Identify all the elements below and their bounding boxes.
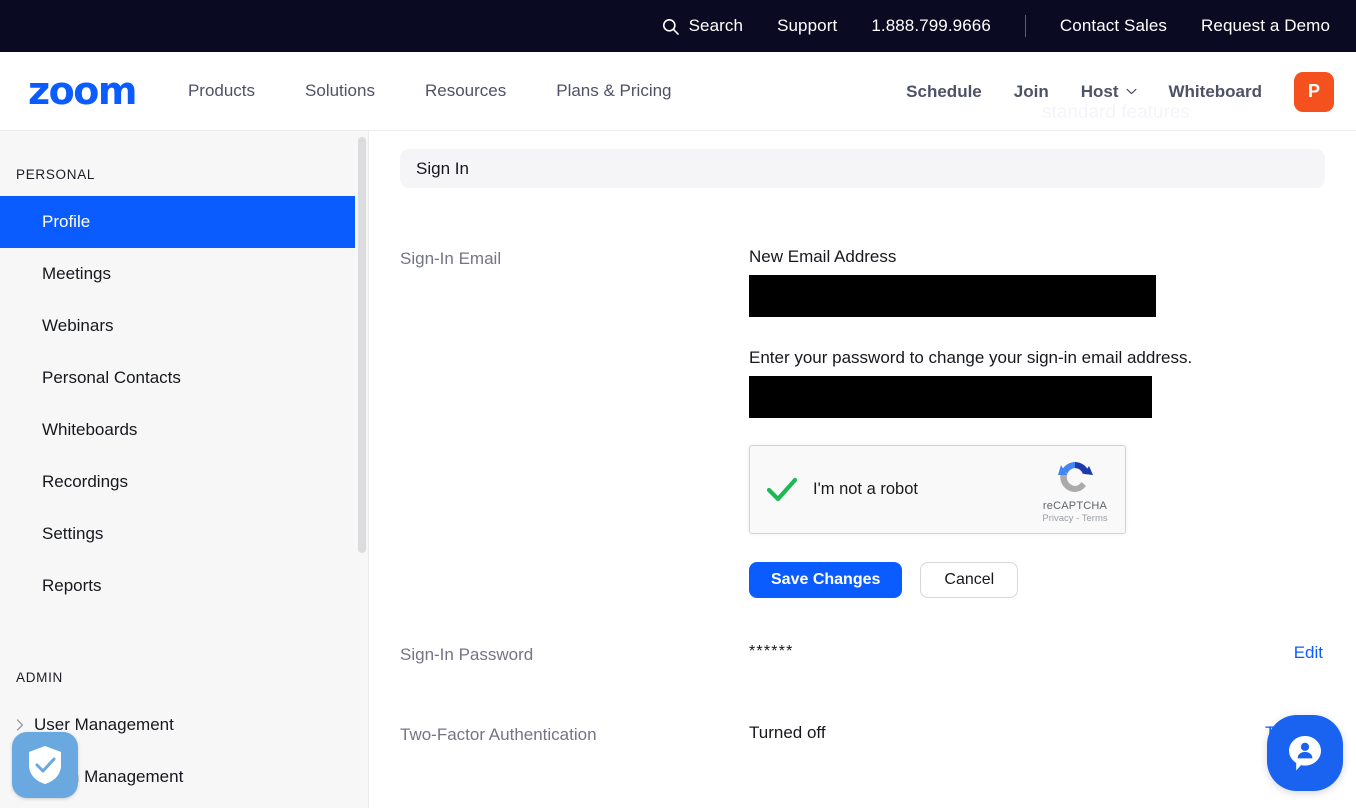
two-factor-label: Two-Factor Authentication (400, 725, 597, 744)
host-label: Host (1080, 81, 1119, 101)
main-navigation: zoom Products Solutions Resources Plans … (0, 52, 1356, 131)
sidebar-item-label: Reports (42, 576, 102, 595)
recaptcha-legal-links[interactable]: Privacy - Terms (1038, 513, 1112, 524)
checkmark-icon[interactable] (763, 471, 801, 509)
sidebar-item-recordings[interactable]: Recordings (0, 456, 369, 508)
sidebar-item-label: Recordings (42, 472, 128, 491)
sign-in-password-body: ****** (749, 643, 1325, 661)
sign-in-password-label: Sign-In Password (400, 645, 534, 664)
whiteboard-button[interactable]: Whiteboard (1169, 82, 1263, 102)
search-button[interactable]: Search (661, 16, 743, 36)
sidebar-item-personal-contacts[interactable]: Personal Contacts (0, 352, 369, 404)
schedule-label: Schedule (906, 81, 982, 101)
top-utility-bar: Search Support 1.888.799.9666 Contact Sa… (0, 0, 1356, 52)
security-shield-badge[interactable] (12, 732, 78, 798)
contact-sales-link[interactable]: Contact Sales (1060, 16, 1167, 36)
search-icon (662, 18, 679, 35)
new-email-address-label: New Email Address (749, 247, 897, 266)
sign-in-email-label: Sign-In Email (400, 249, 502, 268)
sidebar-item-whiteboards[interactable]: Whiteboards (0, 404, 369, 456)
search-label: Search (688, 16, 744, 35)
join-label: Join (1013, 81, 1049, 101)
row-sign-in-email: Sign-In Email New Email Address Enter yo… (400, 247, 1325, 598)
two-factor-value: Turned off (749, 723, 826, 742)
sidebar-section-personal: PERSONAL (16, 167, 96, 182)
nav-link-plans-pricing[interactable]: Plans & Pricing (556, 81, 671, 101)
recaptcha-brand: reCAPTCHA Privacy - Terms (1038, 455, 1112, 524)
page-body: PERSONAL Profile Meetings Webinars Perso… (0, 131, 1356, 808)
row-sign-in-password: Sign-In Password ****** Edit (400, 643, 1325, 665)
two-factor-body: Turned off (749, 723, 1325, 743)
sign-in-password-value: ****** (749, 643, 794, 660)
sidebar: PERSONAL Profile Meetings Webinars Perso… (0, 131, 369, 808)
schedule-button[interactable]: Schedule (906, 82, 982, 102)
save-changes-button[interactable]: Save Changes (749, 562, 903, 598)
new-email-address-input[interactable] (749, 275, 1156, 317)
row-two-factor-authentication: Two-Factor Authentication Turned off Tur… (400, 723, 1325, 745)
edit-password-link[interactable]: Edit (1294, 643, 1323, 663)
nav-link-resources[interactable]: Resources (425, 81, 506, 101)
sidebar-item-label: Profile (42, 212, 91, 231)
whiteboard-label: Whiteboard (1168, 81, 1263, 101)
phone-number-link[interactable]: 1.888.799.9666 (871, 16, 991, 36)
support-link[interactable]: Support (777, 16, 837, 36)
recaptcha-checkbox-label: I'm not a robot (813, 480, 918, 498)
sidebar-item-profile[interactable]: Profile (0, 196, 369, 248)
sidebar-item-label: Personal Contacts (42, 368, 181, 387)
sidebar-item-webinars[interactable]: Webinars (0, 300, 369, 352)
panel-title-sign-in: Sign In (400, 149, 1325, 188)
host-dropdown[interactable]: Host (1081, 82, 1137, 102)
sign-in-email-body: New Email Address Enter your password to… (749, 247, 1325, 598)
sidebar-item-label: Whiteboards (42, 420, 138, 439)
shield-check-icon (29, 746, 61, 784)
content-area: Sign In Sign-In Email New Email Address … (369, 131, 1356, 808)
request-demo-link[interactable]: Request a Demo (1201, 16, 1330, 36)
recaptcha-logo-icon (1058, 462, 1093, 492)
chevron-down-icon (1126, 88, 1136, 95)
password-input[interactable] (749, 376, 1152, 418)
zoom-logo[interactable]: zoom (28, 72, 137, 110)
cancel-button[interactable]: Cancel (920, 562, 1019, 598)
sidebar-item-label: Webinars (42, 316, 114, 335)
password-prompt-text: Enter your password to change your sign-… (749, 348, 1193, 367)
sidebar-scrollbar-track[interactable] (355, 131, 369, 808)
sidebar-scrollbar-thumb[interactable] (358, 137, 366, 553)
nav-links: Products Solutions Resources Plans & Pri… (188, 81, 722, 101)
sidebar-item-reports[interactable]: Reports (0, 560, 369, 612)
sidebar-item-label: Settings (42, 524, 104, 543)
support-chat-button[interactable] (1267, 715, 1343, 791)
sidebar-section-admin: ADMIN (16, 670, 63, 685)
sidebar-item-settings[interactable]: Settings (0, 508, 369, 560)
sidebar-item-label: Meetings (42, 264, 111, 283)
zoom-profile-page: Search Support 1.888.799.9666 Contact Sa… (0, 0, 1356, 808)
recaptcha-widget[interactable]: I'm not a robot reCAPTCHA Privacy - Term… (749, 445, 1126, 534)
recaptcha-brand-label: reCAPTCHA (1042, 500, 1108, 512)
join-button[interactable]: Join (1014, 82, 1049, 102)
chat-person-icon (1289, 736, 1321, 771)
nav-link-products[interactable]: Products (188, 81, 255, 101)
form-buttons: Save Changes Cancel (749, 562, 1325, 598)
avatar[interactable]: P (1294, 71, 1334, 112)
chevron-right-icon (16, 719, 24, 731)
nav-link-solutions[interactable]: Solutions (305, 81, 375, 101)
topbar-divider (1024, 15, 1026, 37)
sidebar-item-meetings[interactable]: Meetings (0, 248, 369, 300)
nav-actions: Schedule Join Host Whiteboard P (906, 52, 1334, 131)
